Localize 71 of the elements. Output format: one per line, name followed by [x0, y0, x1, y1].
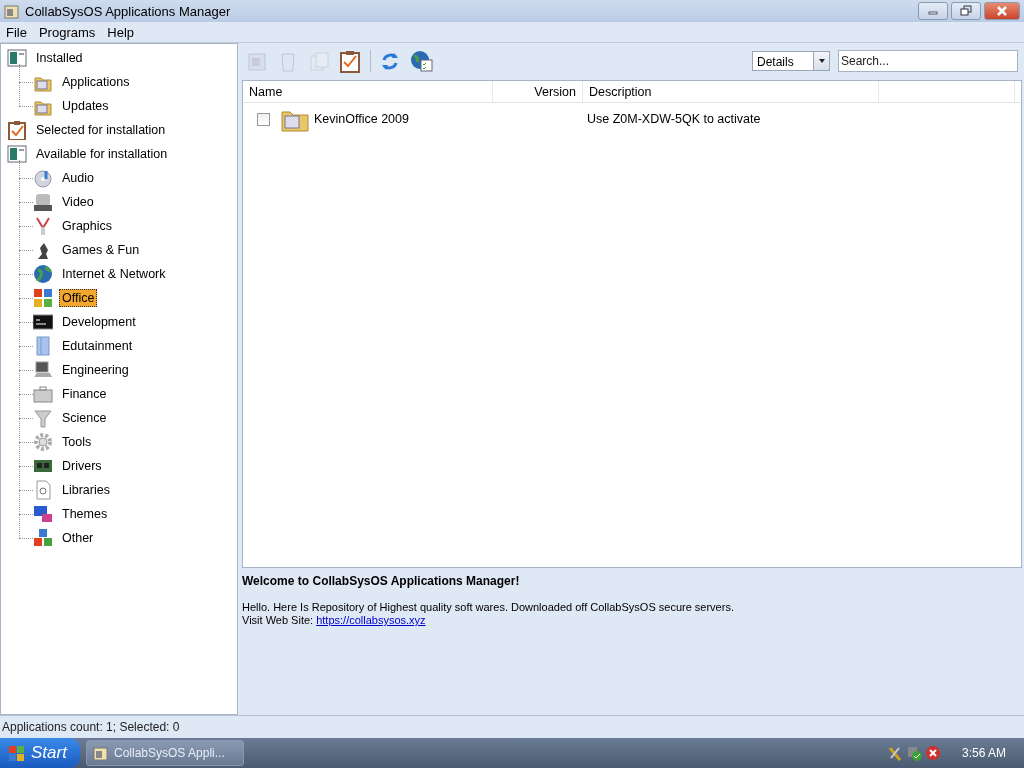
gear-icon: [33, 432, 53, 452]
monitor-icon: [33, 504, 53, 524]
funnel-icon: [33, 408, 53, 428]
tree-item[interactable]: Graphics: [59, 217, 116, 235]
book-icon: [33, 336, 53, 356]
menu-item[interactable]: Help: [101, 24, 141, 40]
globe-icon: [33, 264, 53, 284]
tree-item[interactable]: Available for installation: [33, 145, 171, 163]
start-button[interactable]: Start: [0, 738, 80, 768]
tree-item[interactable]: Office: [59, 289, 98, 307]
checkbox[interactable]: [257, 112, 270, 126]
shield-check-icon[interactable]: [905, 745, 922, 761]
tree-item[interactable]: Games & Fun: [59, 241, 143, 259]
panel-icon: [7, 48, 27, 68]
error-icon[interactable]: [924, 745, 941, 761]
tree-item[interactable]: Audio: [59, 169, 97, 187]
caret-icon: [817, 58, 826, 64]
disc-icon: [33, 168, 53, 188]
windows-logo-icon: [8, 744, 25, 762]
tree-item[interactable]: Selected for installation: [33, 121, 169, 139]
tree-item[interactable]: Drivers: [59, 457, 105, 475]
tree-item[interactable]: Development: [59, 313, 139, 331]
tools-icon[interactable]: [886, 745, 903, 761]
tree-item[interactable]: Themes: [59, 505, 111, 523]
table-cell: Use Z0M-XDW-5QK to activate: [587, 112, 761, 126]
welcome-heading: Welcome to CollabSysOS Applications Manager!: [242, 574, 521, 588]
tree-item[interactable]: Internet & Network: [59, 265, 169, 283]
briefcase-icon: [33, 384, 53, 404]
toolbar-button[interactable]: [339, 49, 362, 73]
panel-icon: [7, 144, 27, 164]
menu-item[interactable]: File: [0, 24, 33, 40]
website-link[interactable]: https://collabsysos.xyz: [316, 614, 426, 626]
status-text: Applications count: 1; Selected: 0: [2, 720, 180, 734]
restore-icon: [959, 5, 973, 17]
welcome-text: Hello. Here Is Repository of Highest quality soft wares. Downloaded off CollabSysOS secure servers.: [242, 601, 735, 614]
tree-item[interactable]: Libraries: [59, 481, 113, 499]
column-header[interactable]: Description: [583, 81, 879, 102]
tree-item[interactable]: Tools: [59, 433, 95, 451]
tree-item[interactable]: Updates: [59, 97, 112, 115]
column-header[interactable]: Name: [243, 81, 493, 102]
close-icon: [995, 5, 1009, 17]
minimize-button[interactable]: [918, 2, 948, 20]
tiles-icon: [33, 288, 53, 308]
tree-item[interactable]: Science: [59, 409, 110, 427]
tree-item[interactable]: Finance: [59, 385, 110, 403]
terminal-icon: [33, 312, 53, 332]
close-button[interactable]: [984, 2, 1020, 20]
blocks-icon: [33, 528, 53, 548]
window-title: CollabSysOS Applications Manager: [25, 3, 232, 19]
toolbar-button[interactable]: [410, 49, 433, 73]
tree-item[interactable]: Other: [59, 529, 97, 547]
column-header[interactable]: Version: [493, 81, 583, 102]
clock: 3:56 AM: [961, 746, 1006, 760]
globe-checklist-icon: [410, 49, 433, 73]
app-icon: [93, 745, 108, 761]
tree-item[interactable]: Engineering: [59, 361, 132, 379]
app-icon: [4, 3, 19, 19]
view-dropdown[interactable]: Details: [752, 51, 830, 71]
clipboard-check-icon: [339, 49, 362, 73]
menu-item[interactable]: Programs: [32, 24, 102, 40]
tree-item[interactable]: Applications: [59, 73, 133, 91]
tree-item[interactable]: Video: [59, 193, 97, 211]
table-cell-text: KevinOffice 2009: [313, 112, 410, 126]
document-icon: [33, 480, 53, 500]
restore-button[interactable]: [951, 2, 981, 20]
computer-icon: [33, 360, 53, 380]
clipboard-check-icon: [7, 120, 27, 140]
tree-item[interactable]: Installed: [33, 49, 86, 67]
search-field[interactable]: Search...: [838, 50, 1018, 72]
link-label: Visit Web Site:: [242, 614, 315, 626]
tree-item[interactable]: Edutainment: [59, 337, 136, 355]
